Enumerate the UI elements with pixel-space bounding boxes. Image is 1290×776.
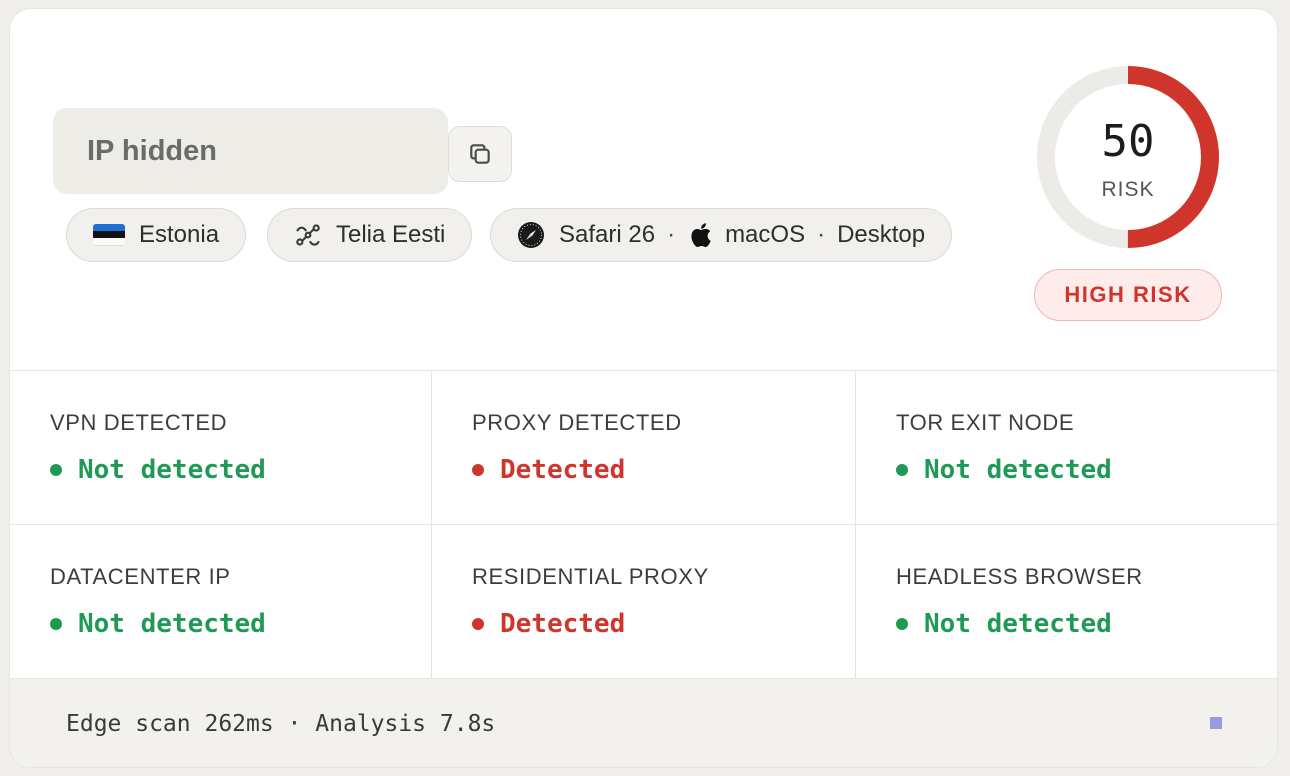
- risk-score-label: RISK: [1101, 178, 1155, 201]
- status-dot: [896, 618, 908, 630]
- risk-level-badge: HIGH RISK: [1034, 269, 1222, 321]
- check-title: HEADLESS BROWSER: [896, 564, 1143, 589]
- check-status-text: Not detected: [78, 609, 266, 639]
- safari-compass-icon: [517, 221, 545, 249]
- check-status: Not detected: [896, 609, 1112, 639]
- status-dot: [472, 464, 484, 476]
- ip-address-field: IP hidden: [53, 108, 448, 194]
- device-label: Desktop: [837, 221, 926, 248]
- check-status-text: Not detected: [924, 609, 1112, 639]
- check-status-text: Not detected: [78, 455, 266, 485]
- check-status: Detected: [472, 455, 625, 485]
- apple-logo-icon: [687, 221, 713, 249]
- check-title: RESIDENTIAL PROXY: [472, 564, 709, 589]
- check-cell: HEADLESS BROWSER Not detected: [856, 525, 1277, 679]
- check-title: PROXY DETECTED: [472, 410, 682, 435]
- check-cell: PROXY DETECTED Detected: [432, 371, 856, 525]
- check-status: Not detected: [50, 609, 266, 639]
- check-title: VPN DETECTED: [50, 410, 228, 435]
- status-dot: [50, 464, 62, 476]
- separator: ·: [667, 221, 676, 248]
- status-indicator-square: [1210, 717, 1222, 729]
- check-status-text: Not detected: [924, 455, 1112, 485]
- check-cell: DATACENTER IP Not detected: [10, 525, 432, 679]
- scan-timing: Edge scan 262ms · Analysis 7.8s: [66, 711, 496, 737]
- country-chip: Estonia: [66, 208, 247, 262]
- status-dot: [472, 618, 484, 630]
- ip-address-value: IP hidden: [87, 134, 217, 167]
- detection-grid: VPN DETECTED Not detected PROXY DETECTED…: [10, 370, 1277, 679]
- check-status: Detected: [472, 609, 625, 639]
- separator: ·: [817, 221, 826, 248]
- copy-ip-button[interactable]: [448, 126, 512, 182]
- check-title: DATACENTER IP: [50, 564, 231, 589]
- scan-footer: Edge scan 262ms · Analysis 7.8s: [10, 678, 1277, 767]
- summary-section: IP hidden Estonia Telia Eesti Safari 26 …: [10, 9, 1277, 370]
- client-chip: Safari 26 · macOS · Desktop: [490, 208, 953, 262]
- country-label: Estonia: [139, 221, 220, 248]
- check-cell: VPN DETECTED Not detected: [10, 371, 432, 525]
- check-cell: RESIDENTIAL PROXY Detected: [432, 525, 856, 679]
- check-status: Not detected: [896, 455, 1112, 485]
- check-status: Not detected: [50, 455, 266, 485]
- os-label: macOS: [725, 221, 806, 248]
- risk-score-gauge: 50 RISK: [1035, 64, 1221, 250]
- scan-result-card: IP hidden Estonia Telia Eesti Safari 26 …: [9, 8, 1278, 768]
- isp-chip: Telia Eesti: [267, 208, 473, 262]
- risk-score-value: 50: [1101, 116, 1155, 167]
- estonia-flag-icon: [93, 224, 125, 246]
- isp-label: Telia Eesti: [336, 221, 446, 248]
- check-status-text: Detected: [500, 609, 626, 639]
- status-dot: [896, 464, 908, 476]
- check-title: TOR EXIT NODE: [896, 410, 1075, 435]
- check-status-text: Detected: [500, 455, 626, 485]
- check-cell: TOR EXIT NODE Not detected: [856, 371, 1277, 525]
- browser-label: Safari 26: [559, 221, 656, 248]
- copy-icon: [470, 144, 490, 164]
- network-route-icon: [294, 221, 322, 249]
- status-dot: [50, 618, 62, 630]
